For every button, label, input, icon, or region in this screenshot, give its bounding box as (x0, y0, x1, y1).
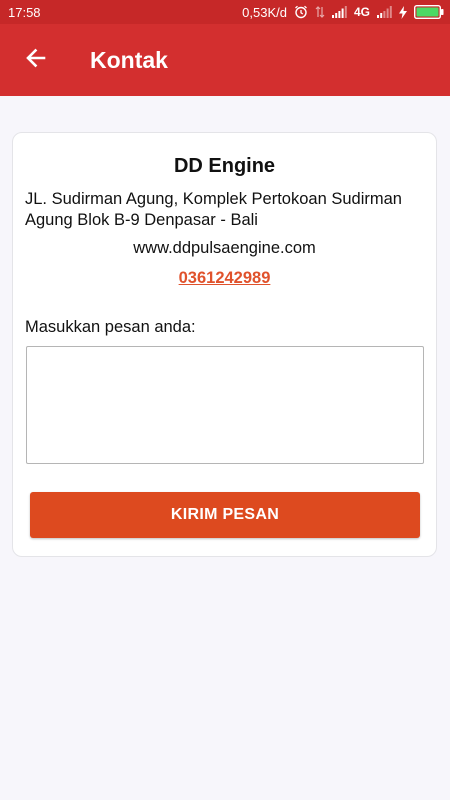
network-speed: 0,53K/d (242, 4, 287, 20)
status-time: 17:58 (8, 4, 41, 20)
page-title: Kontak (90, 46, 168, 73)
company-address: JL. Sudirman Agung, Komplek Pertokoan Su… (25, 190, 402, 229)
message-input[interactable] (26, 346, 424, 464)
signal-icon (331, 6, 347, 18)
send-message-button[interactable]: KIRIM PESAN (30, 492, 420, 538)
contact-card: DD Engine JL. Sudirman Agung, Komplek Pe… (12, 132, 437, 557)
status-bar: 17:58 0,53K/d 4G (0, 0, 450, 24)
charging-icon (399, 5, 407, 19)
company-name: DD Engine (173, 155, 276, 177)
arrow-left-icon (24, 46, 48, 75)
battery-icon (414, 5, 444, 19)
back-button[interactable] (0, 24, 72, 96)
phone-link[interactable]: 0361242989 (13, 269, 436, 288)
status-icons: 0,53K/d 4G (242, 5, 444, 20)
app-bar: Kontak (0, 24, 450, 96)
signal-icon (377, 6, 392, 18)
alarm-icon (294, 5, 308, 19)
data-arrows-icon (315, 5, 325, 19)
network-type: 4G (353, 5, 370, 19)
message-label: Masukkan pesan anda: (25, 318, 196, 336)
company-website: www.ddpulsaengine.com (133, 239, 316, 257)
